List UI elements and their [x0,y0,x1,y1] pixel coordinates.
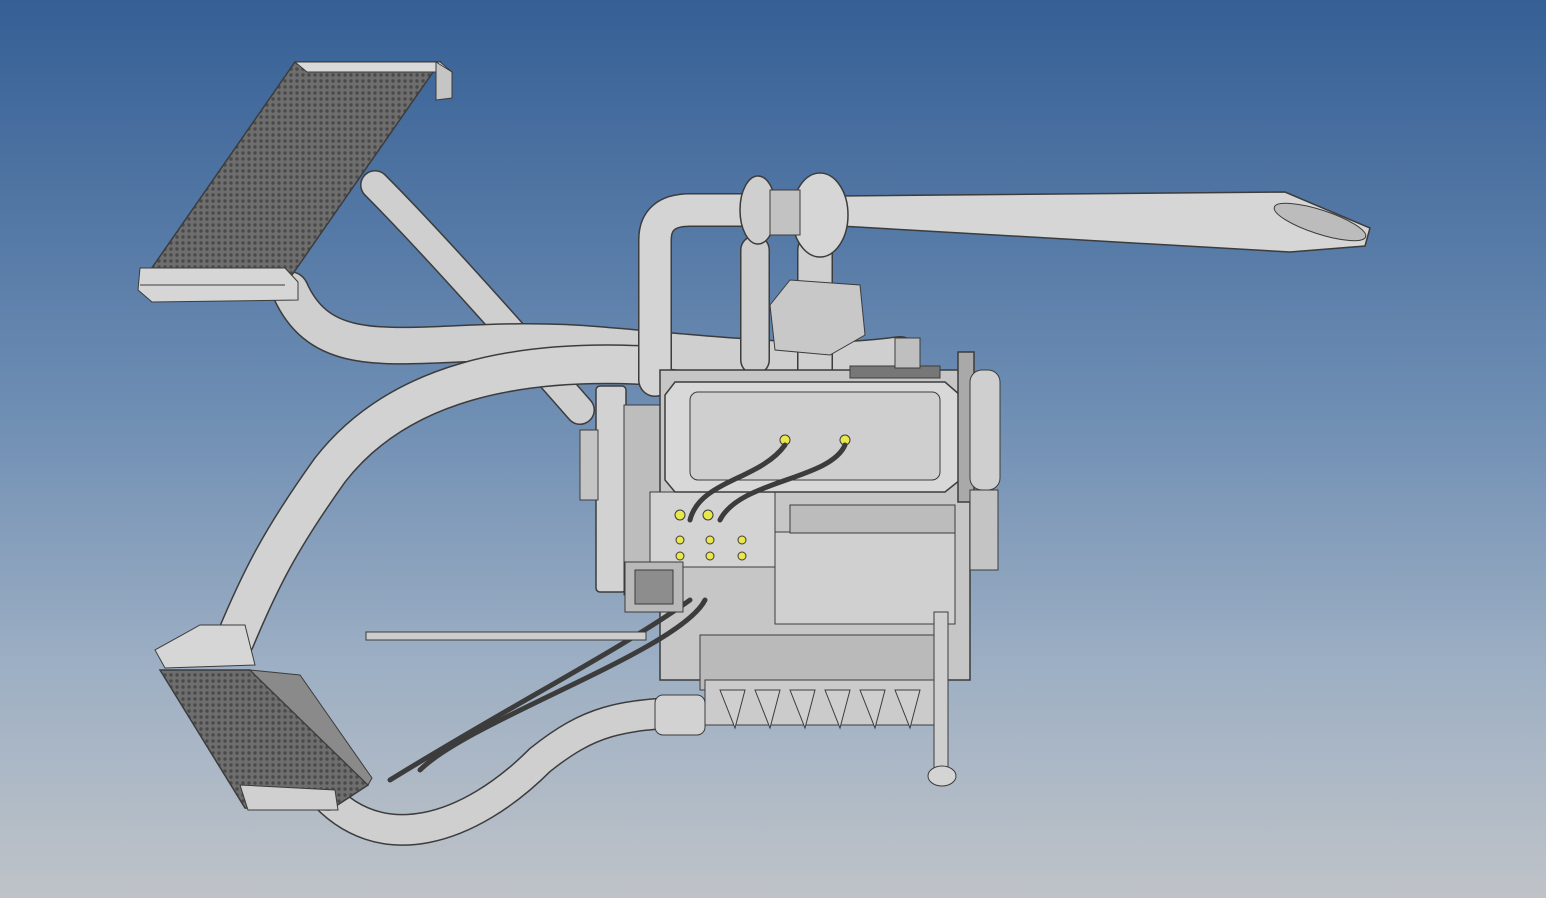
engine-assembly-model[interactable] [0,0,1546,898]
cad-viewport[interactable] [0,0,1546,898]
valve-cover[interactable] [664,381,961,493]
exhaust-tailpipe[interactable] [839,191,1371,253]
inlet-pipe[interactable] [654,694,706,736]
wiring-connector[interactable] [624,561,684,613]
lower-oil-cooler[interactable] [154,624,373,811]
upper-radiator[interactable] [137,61,454,303]
